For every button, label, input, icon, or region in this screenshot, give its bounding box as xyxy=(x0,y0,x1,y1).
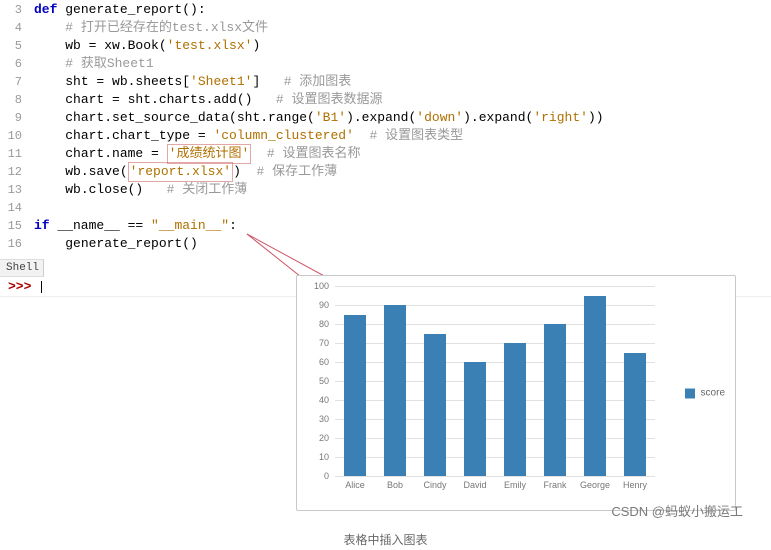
legend-swatch-icon xyxy=(685,388,695,398)
bar xyxy=(624,353,646,477)
y-tick: 40 xyxy=(319,395,329,405)
line-number: 6 xyxy=(0,55,28,73)
line-number: 11 xyxy=(0,145,28,163)
x-tick: George xyxy=(575,476,615,490)
watermark-text: CSDN @蚂蚁小搬运工 xyxy=(611,501,743,520)
y-tick: 50 xyxy=(319,376,329,386)
shell-tab[interactable]: Shell xyxy=(0,259,44,277)
code-body[interactable]: def generate_report(): # 打开已经存在的test.xls… xyxy=(34,0,771,253)
bar xyxy=(344,315,366,477)
bar xyxy=(464,362,486,476)
y-tick: 80 xyxy=(319,319,329,329)
x-tick: Frank xyxy=(535,476,575,490)
cursor-icon xyxy=(41,281,42,293)
x-tick: Alice xyxy=(335,476,375,490)
line-number: 13 xyxy=(0,181,28,199)
bar xyxy=(504,343,526,476)
y-tick: 60 xyxy=(319,357,329,367)
code-editor: 3 4 5 6 7 8 9 10 11 12 13 14 15 16 def g… xyxy=(0,0,771,253)
x-tick: Cindy xyxy=(415,476,455,490)
x-tick: Emily xyxy=(495,476,535,490)
line-gutter: 3 4 5 6 7 8 9 10 11 12 13 14 15 16 xyxy=(0,0,28,253)
x-tick: Henry xyxy=(615,476,655,490)
line-number: 5 xyxy=(0,37,28,55)
line-number: 10 xyxy=(0,127,28,145)
line-number: 3 xyxy=(0,1,28,19)
chart-preview: 0 10 20 30 40 50 60 70 80 90 100 AliceBobCindyDavid… xyxy=(296,275,736,511)
bar xyxy=(544,324,566,476)
line-number: 7 xyxy=(0,73,28,91)
y-tick: 20 xyxy=(319,433,329,443)
y-tick: 10 xyxy=(319,452,329,462)
line-number: 4 xyxy=(0,19,28,37)
y-tick: 0 xyxy=(324,471,329,481)
y-tick: 90 xyxy=(319,300,329,310)
bar xyxy=(424,334,446,477)
y-tick: 70 xyxy=(319,338,329,348)
y-tick: 100 xyxy=(314,281,329,291)
figure-caption: 表格中插入图表 xyxy=(343,531,427,548)
bar xyxy=(584,296,606,477)
line-number: 15 xyxy=(0,217,28,235)
chart-legend: score xyxy=(685,388,725,399)
chart-plot-area: 0102030405060708090100AliceBobCindyDavid… xyxy=(335,286,655,476)
x-tick: Bob xyxy=(375,476,415,490)
y-tick: 30 xyxy=(319,414,329,424)
bar xyxy=(384,305,406,476)
legend-label: score xyxy=(701,388,725,399)
line-number: 8 xyxy=(0,91,28,109)
line-number: 12 xyxy=(0,163,28,181)
line-number: 16 xyxy=(0,235,28,253)
line-number: 14 xyxy=(0,199,28,217)
line-number: 9 xyxy=(0,109,28,127)
x-tick: David xyxy=(455,476,495,490)
shell-prompt: >>> xyxy=(8,279,39,294)
